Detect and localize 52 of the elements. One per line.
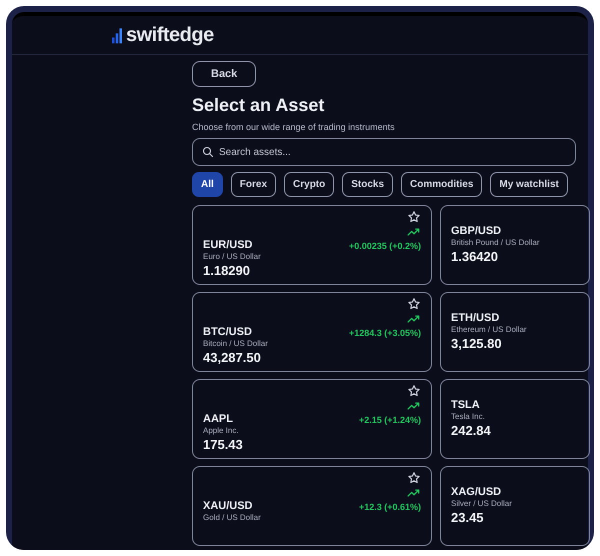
filter-tab[interactable]: Crypto bbox=[284, 172, 334, 197]
asset-name: Gold / US Dollar bbox=[203, 513, 262, 522]
price-change: +2.15 (+1.24%) bbox=[358, 415, 421, 425]
star-icon[interactable] bbox=[407, 297, 421, 311]
asset-card[interactable]: GBP/USD British Pound / US Dollar 1.36420 bbox=[440, 205, 590, 285]
brand-name: swiftedge bbox=[126, 24, 214, 46]
page-title: Select an Asset bbox=[192, 95, 326, 116]
asset-card[interactable]: XAU/USD +12.3 (+0.61%) Gold / US Dollar bbox=[192, 466, 432, 546]
asset-symbol: BTC/USD bbox=[203, 326, 252, 338]
asset-name: Euro / US Dollar bbox=[203, 252, 262, 261]
asset-card[interactable]: ETH/USD Ethereum / US Dollar 3,125.80 bbox=[440, 292, 590, 372]
asset-card[interactable]: XAG/USD Silver / US Dollar 23.45 bbox=[440, 466, 590, 546]
search-field[interactable]: Search assets... bbox=[192, 138, 576, 166]
asset-card[interactable]: TSLA Tesla Inc. 242.84 bbox=[440, 379, 590, 459]
filter-tab[interactable]: All bbox=[192, 172, 223, 197]
asset-symbol: TSLA bbox=[451, 399, 481, 411]
back-button[interactable]: Back bbox=[192, 61, 256, 87]
star-icon[interactable] bbox=[407, 210, 421, 224]
asset-price: 175.43 bbox=[203, 437, 244, 453]
asset-card[interactable]: EUR/USD +0.00235 (+0.2%) Euro / US Dollar 1.18290 bbox=[192, 205, 432, 285]
asset-symbol: XAG/USD bbox=[451, 486, 502, 498]
filter-tab[interactable]: Stocks bbox=[342, 172, 394, 197]
asset-symbol: ETH/USD bbox=[451, 312, 500, 324]
price-change: +12.3 (+0.61%) bbox=[358, 502, 421, 512]
filter-tab[interactable]: Forex bbox=[230, 172, 276, 197]
price-change: +0.00235 (+0.2%) bbox=[348, 241, 421, 251]
asset-price: 23.45 bbox=[451, 510, 485, 526]
asset-name: British Pound / US Dollar bbox=[451, 238, 540, 247]
asset-symbol: EUR/USD bbox=[203, 239, 253, 251]
star-icon[interactable] bbox=[407, 384, 421, 398]
asset-price: 43,287.50 bbox=[203, 350, 262, 366]
asset-card[interactable]: BTC/USD +1284.3 (+3.05%) Bitcoin / US Dollar 43,287.50 bbox=[192, 292, 432, 372]
filter-tab[interactable]: My watchlist bbox=[490, 172, 568, 197]
asset-name: Apple Inc. bbox=[203, 426, 240, 435]
asset-name: Tesla Inc. bbox=[451, 412, 486, 421]
asset-price: 3,125.80 bbox=[451, 336, 503, 352]
search-icon bbox=[202, 146, 214, 158]
logo-icon bbox=[112, 26, 122, 44]
asset-symbol: AAPL bbox=[203, 413, 233, 425]
asset-symbol: XAU/USD bbox=[203, 500, 253, 512]
asset-name: Ethereum / US Dollar bbox=[451, 325, 528, 334]
price-change: +1284.3 (+3.05%) bbox=[348, 328, 421, 338]
asset-price: 1.36420 bbox=[451, 249, 499, 265]
page-subtitle: Choose from our wide range of trading instruments bbox=[192, 122, 396, 132]
star-icon[interactable] bbox=[407, 471, 421, 485]
asset-price: 1.18290 bbox=[203, 263, 251, 279]
filter-tab[interactable]: Commodities bbox=[401, 172, 482, 197]
asset-symbol: GBP/USD bbox=[451, 225, 502, 237]
asset-name: Silver / US Dollar bbox=[451, 499, 513, 508]
asset-card[interactable]: AAPL +2.15 (+1.24%) Apple Inc. 175.43 bbox=[192, 379, 432, 459]
asset-price: 242.84 bbox=[451, 423, 492, 439]
asset-name: Bitcoin / US Dollar bbox=[203, 339, 269, 348]
